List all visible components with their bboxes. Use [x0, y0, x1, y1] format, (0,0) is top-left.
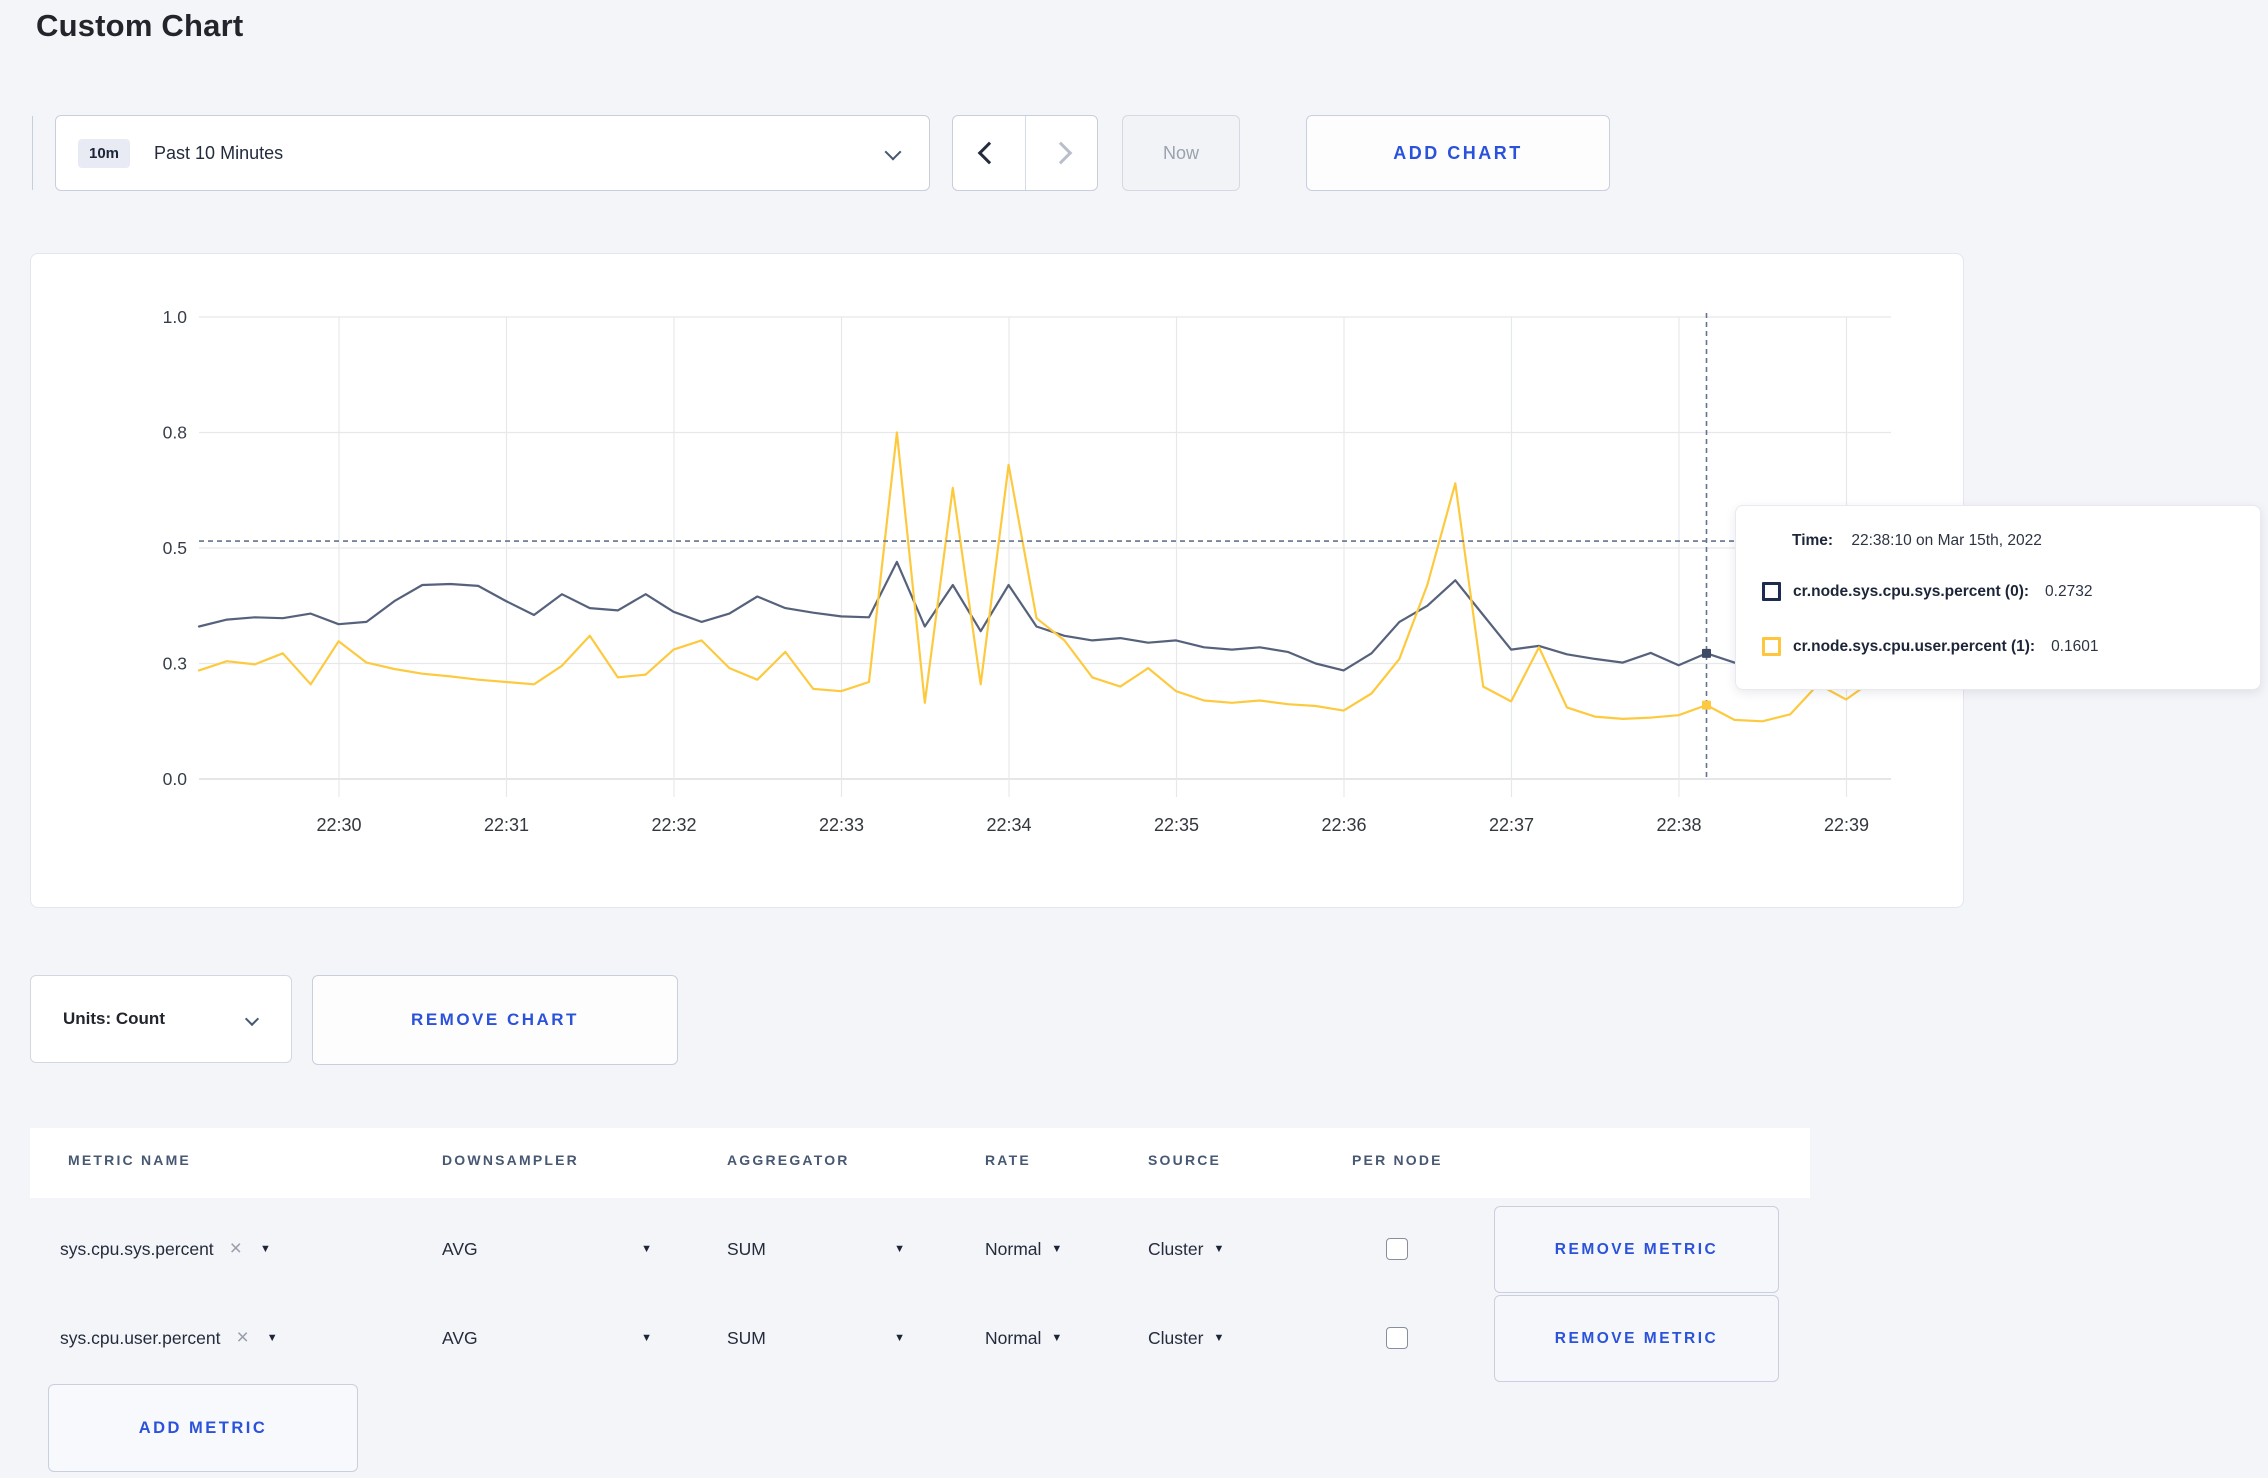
add-metric-button[interactable]: ADD METRIC: [48, 1384, 358, 1472]
aggregator-select[interactable]: SUM ▼: [727, 1205, 905, 1293]
prev-time-button[interactable]: [953, 116, 1026, 190]
units-label: Units: Count: [63, 1009, 165, 1028]
per-node-checkbox[interactable]: [1386, 1238, 1408, 1260]
svg-text:1.0: 1.0: [163, 307, 188, 327]
aggregator-value: SUM: [727, 1238, 766, 1259]
svg-text:0.5: 0.5: [163, 538, 187, 558]
source-value: Cluster: [1148, 1238, 1204, 1259]
source-select[interactable]: Cluster ▼: [1148, 1205, 1224, 1293]
downsampler-value: AVG: [442, 1238, 478, 1259]
svg-text:0.0: 0.0: [163, 769, 188, 789]
dropdown-arrow-icon: ▼: [1213, 1332, 1225, 1344]
tooltip-series-value: 0.2732: [2045, 582, 2093, 600]
metrics-table-header: METRIC NAME DOWNSAMPLER AGGREGATOR RATE …: [30, 1128, 1810, 1198]
units-select[interactable]: Units: Count: [30, 975, 292, 1063]
dropdown-arrow-icon: ▼: [641, 1243, 652, 1255]
source-value: Cluster: [1148, 1327, 1204, 1348]
clear-metric-icon[interactable]: ×: [230, 1237, 242, 1261]
rate-select[interactable]: Normal ▼: [985, 1205, 1062, 1293]
aggregator-select[interactable]: SUM ▼: [727, 1294, 905, 1382]
tooltip-series-value: 0.1601: [2051, 637, 2099, 655]
svg-text:22:36: 22:36: [1321, 815, 1366, 835]
chart-tooltip: Time: 22:38:10 on Mar 15th, 2022 cr.node…: [1735, 505, 2261, 690]
column-header-rate: RATE: [985, 1152, 1031, 1168]
remove-chart-button[interactable]: REMOVE CHART: [312, 975, 678, 1065]
next-time-button[interactable]: [1026, 116, 1098, 190]
rate-select[interactable]: Normal ▼: [985, 1294, 1062, 1382]
metric-name-cell: sys.cpu.user.percent × ▼: [60, 1294, 278, 1382]
aggregator-value: SUM: [727, 1327, 766, 1348]
series-user-legend-icon: [1762, 637, 1781, 656]
source-select[interactable]: Cluster ▼: [1148, 1294, 1224, 1382]
timeseries-chart[interactable]: 0.0 0.3 0.5 0.8 1.0 22:30 22:31 22:32 22:33 22:34…: [31, 254, 1963, 907]
dropdown-arrow-icon[interactable]: ▼: [260, 1243, 271, 1255]
chevron-right-icon: [1049, 141, 1073, 165]
dropdown-arrow-icon: ▼: [641, 1332, 652, 1344]
tooltip-time-label: Time:: [1792, 532, 1834, 549]
toolbar-divider: [32, 116, 33, 190]
per-node-checkbox[interactable]: [1386, 1327, 1408, 1349]
time-range-label: Past 10 Minutes: [154, 142, 284, 163]
dropdown-arrow-icon: ▼: [894, 1243, 905, 1255]
remove-metric-button[interactable]: REMOVE METRIC: [1494, 1295, 1779, 1382]
column-header-per-node: PER NODE: [1352, 1152, 1443, 1168]
table-row: sys.cpu.sys.percent × ▼ AVG ▼ SUM ▼ Norm…: [0, 1205, 2268, 1293]
series-sys-legend-icon: [1762, 582, 1781, 601]
clear-metric-icon[interactable]: ×: [237, 1326, 249, 1350]
metric-name: sys.cpu.sys.percent: [60, 1238, 214, 1259]
svg-text:22:37: 22:37: [1489, 815, 1534, 835]
tooltip-series-label: cr.node.sys.cpu.user.percent (1):: [1793, 637, 2036, 655]
dropdown-arrow-icon: ▼: [1051, 1243, 1063, 1255]
dropdown-arrow-icon: ▼: [1051, 1332, 1063, 1344]
svg-text:0.3: 0.3: [163, 654, 187, 674]
chevron-down-icon: [244, 1011, 260, 1027]
dropdown-arrow-icon: ▼: [1213, 1243, 1225, 1255]
chevron-down-icon: [884, 143, 902, 161]
metric-name-cell: sys.cpu.sys.percent × ▼: [60, 1205, 271, 1293]
page-title: Custom Chart: [36, 8, 244, 43]
add-chart-button[interactable]: ADD CHART: [1306, 115, 1610, 191]
svg-text:22:35: 22:35: [1154, 815, 1199, 835]
svg-text:22:33: 22:33: [819, 815, 864, 835]
downsampler-select[interactable]: AVG ▼: [442, 1205, 652, 1293]
svg-text:22:32: 22:32: [651, 815, 696, 835]
chevron-left-icon: [977, 141, 1001, 165]
svg-text:22:31: 22:31: [484, 815, 529, 835]
dropdown-arrow-icon[interactable]: ▼: [267, 1332, 278, 1344]
column-header-downsampler: DOWNSAMPLER: [442, 1152, 579, 1168]
table-row: sys.cpu.user.percent × ▼ AVG ▼ SUM ▼ Nor…: [0, 1294, 2268, 1382]
rate-value: Normal: [985, 1238, 1042, 1259]
time-nav-group: [952, 115, 1098, 191]
svg-text:22:34: 22:34: [986, 815, 1031, 835]
tooltip-series-label: cr.node.sys.cpu.sys.percent (0):: [1793, 582, 2030, 600]
rate-value: Normal: [985, 1327, 1042, 1348]
tooltip-time-row: Time: 22:38:10 on Mar 15th, 2022: [1792, 532, 2042, 550]
downsampler-value: AVG: [442, 1327, 478, 1348]
now-button[interactable]: Now: [1122, 115, 1240, 191]
time-range-select[interactable]: 10m Past 10 Minutes: [55, 115, 930, 191]
dropdown-arrow-icon: ▼: [894, 1332, 905, 1344]
tooltip-series-row: cr.node.sys.cpu.user.percent (1): 0.1601: [1762, 637, 2098, 656]
chart-card: 0.0 0.3 0.5 0.8 1.0 22:30 22:31 22:32 22:33 22:34…: [30, 253, 1964, 908]
column-header-metric-name: METRIC NAME: [68, 1152, 191, 1168]
metric-name: sys.cpu.user.percent: [60, 1327, 221, 1348]
svg-text:0.8: 0.8: [163, 423, 187, 443]
svg-text:22:38: 22:38: [1656, 815, 1701, 835]
svg-text:22:39: 22:39: [1824, 815, 1869, 835]
downsampler-select[interactable]: AVG ▼: [442, 1294, 652, 1382]
column-header-aggregator: AGGREGATOR: [727, 1152, 850, 1168]
column-header-source: SOURCE: [1148, 1152, 1222, 1168]
remove-metric-button[interactable]: REMOVE METRIC: [1494, 1206, 1779, 1293]
tooltip-series-row: cr.node.sys.cpu.sys.percent (0): 0.2732: [1762, 582, 2092, 601]
svg-text:22:30: 22:30: [316, 815, 361, 835]
time-range-badge: 10m: [78, 138, 131, 168]
tooltip-time-value: 22:38:10 on Mar 15th, 2022: [1851, 532, 2042, 549]
